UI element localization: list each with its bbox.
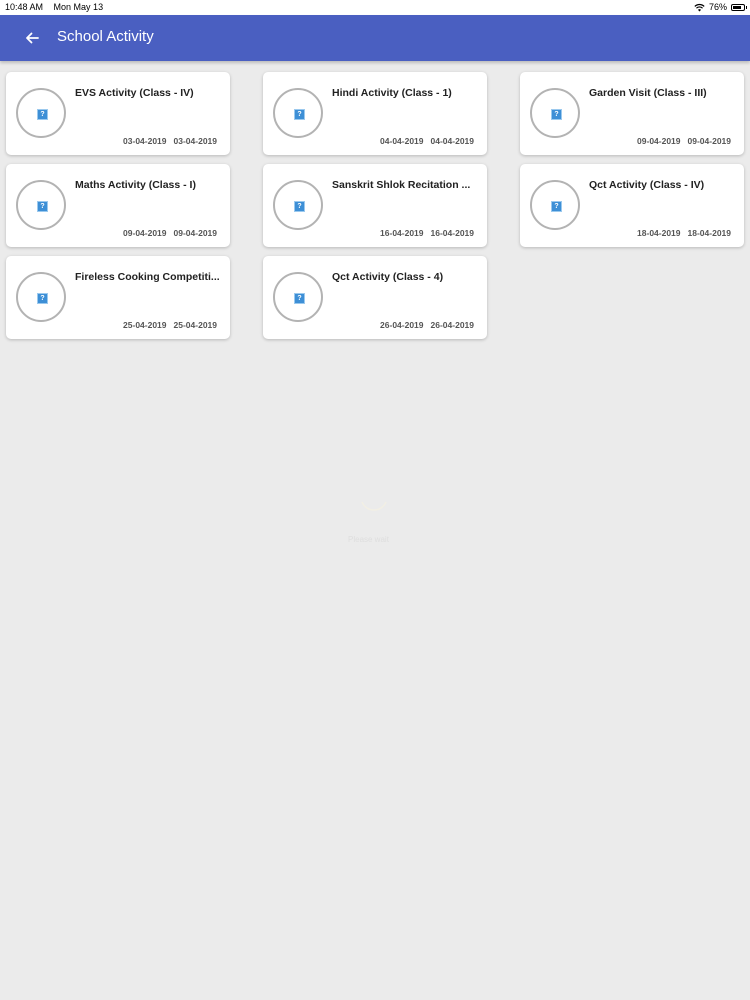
- battery-icon: [731, 3, 747, 11]
- activity-end-date: 16-04-2019: [430, 228, 474, 238]
- activity-title: EVS Activity (Class - IV): [75, 87, 194, 99]
- activity-end-date: 04-04-2019: [430, 136, 474, 146]
- activity-end-date: 09-04-2019: [173, 228, 217, 238]
- wifi-icon: [694, 3, 705, 12]
- activity-card[interactable]: ? Sanskrit Shlok Recitation ... 16-04-2019…: [263, 164, 487, 247]
- status-right: 76%: [694, 2, 747, 12]
- battery-percent: 76%: [708, 2, 727, 12]
- battery-fill: [733, 5, 741, 9]
- activity-card[interactable]: ? Maths Activity (Class - I) 09-04-2019 09-…: [6, 164, 230, 247]
- missing-image-icon: ?: [37, 201, 48, 212]
- activity-start-date: 18-04-2019: [637, 228, 681, 238]
- activity-end-date: 03-04-2019: [173, 136, 217, 146]
- activity-card[interactable]: ? Fireless Cooking Competiti... 25-04-2019…: [6, 256, 230, 339]
- missing-image-icon: ?: [37, 109, 48, 120]
- activity-start-date: 04-04-2019: [380, 136, 424, 146]
- activity-title: Qct Activity (Class - 4): [332, 271, 444, 283]
- activity-title: Hindi Activity (Class - 1): [332, 87, 452, 99]
- status-date: Mon May 13: [53, 2, 104, 12]
- activity-dates: 04-04-2019 04-04-2019: [380, 136, 474, 146]
- activity-end-date: 25-04-2019: [173, 320, 217, 330]
- missing-image-icon: ?: [294, 109, 305, 120]
- activity-dates: 18-04-2019 18-04-2019: [637, 228, 731, 238]
- activity-image-avatar: ?: [273, 180, 323, 230]
- missing-image-icon: ?: [294, 293, 305, 304]
- activity-dates: 26-04-2019 26-04-2019: [380, 320, 474, 330]
- activity-image-avatar: ?: [16, 272, 66, 322]
- activity-card[interactable]: ? Garden Visit (Class - III) 09-04-2019 09-…: [520, 72, 744, 155]
- status-time: 10:48 AM: [5, 2, 44, 12]
- status-bar: 10:48 AM Mon May 13 76%: [0, 0, 750, 15]
- activity-title: Qct Activity (Class - IV): [589, 179, 705, 191]
- missing-image-icon: ?: [551, 109, 562, 120]
- activity-image-avatar: ?: [273, 272, 323, 322]
- activity-start-date: 03-04-2019: [123, 136, 167, 146]
- app-bar: School Activity: [0, 15, 750, 61]
- activity-card[interactable]: ? EVS Activity (Class - IV) 03-04-2019 03-0…: [6, 72, 230, 155]
- activity-image-avatar: ?: [530, 88, 580, 138]
- missing-image-icon: ?: [294, 201, 305, 212]
- activity-dates: 16-04-2019 16-04-2019: [380, 228, 474, 238]
- activity-image-avatar: ?: [273, 88, 323, 138]
- activity-image-avatar: ?: [16, 180, 66, 230]
- activity-title: Sanskrit Shlok Recitation ...: [332, 179, 471, 191]
- activity-start-date: 09-04-2019: [637, 136, 681, 146]
- activity-dates: 03-04-2019 03-04-2019: [123, 136, 217, 146]
- activity-title: Fireless Cooking Competiti...: [75, 271, 220, 283]
- activity-image-avatar: ?: [530, 180, 580, 230]
- activity-image-avatar: ?: [16, 88, 66, 138]
- activity-dates: 09-04-2019 09-04-2019: [637, 136, 731, 146]
- missing-image-icon: ?: [37, 293, 48, 304]
- activity-end-date: 09-04-2019: [687, 136, 731, 146]
- missing-image-icon: ?: [551, 201, 562, 212]
- arrow-back-icon: [26, 32, 39, 44]
- activity-dates: 25-04-2019 25-04-2019: [123, 320, 217, 330]
- activity-card[interactable]: ? Hindi Activity (Class - 1) 04-04-2019 04-…: [263, 72, 487, 155]
- activity-title: Maths Activity (Class - I): [75, 179, 196, 191]
- loading-spinner-icon: [361, 501, 387, 511]
- activity-dates: 09-04-2019 09-04-2019: [123, 228, 217, 238]
- status-left: 10:48 AM Mon May 13: [5, 2, 103, 12]
- page-title: School Activity: [57, 28, 154, 45]
- activity-title: Garden Visit (Class - III): [589, 87, 707, 99]
- activity-start-date: 26-04-2019: [380, 320, 424, 330]
- loading-text: Please wait: [348, 535, 389, 544]
- activity-start-date: 09-04-2019: [123, 228, 167, 238]
- activity-card[interactable]: ? Qct Activity (Class - IV) 18-04-2019 18-0…: [520, 164, 744, 247]
- activity-end-date: 26-04-2019: [430, 320, 474, 330]
- activity-start-date: 25-04-2019: [123, 320, 167, 330]
- activity-end-date: 18-04-2019: [687, 228, 731, 238]
- activity-start-date: 16-04-2019: [380, 228, 424, 238]
- activity-card[interactable]: ? Qct Activity (Class - 4) 26-04-2019 26-04…: [263, 256, 487, 339]
- back-button[interactable]: [20, 26, 44, 50]
